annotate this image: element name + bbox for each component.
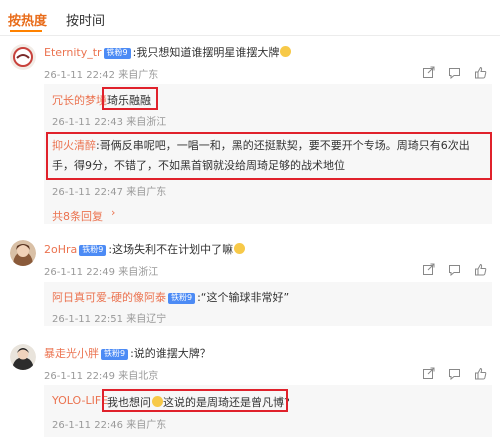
comment-icon[interactable] bbox=[448, 263, 461, 276]
reply-line: YOLO-LIFE bbox=[52, 394, 108, 407]
comment-text: :我只想知道谁摆明星谁摆大牌 bbox=[132, 46, 280, 59]
reply-meta: 26-1-11 22:43 来自浙江 bbox=[52, 117, 167, 128]
comment-line: 2oHra 铁粉9:这场失利不在计划中了嘛 bbox=[44, 241, 246, 257]
comment-icon[interactable] bbox=[448, 66, 461, 79]
avatar-image bbox=[10, 240, 36, 266]
comment-icon[interactable] bbox=[448, 367, 461, 380]
highlight-box bbox=[102, 389, 288, 412]
share-icon[interactable] bbox=[422, 367, 435, 380]
fan-badge: 铁粉9 bbox=[103, 48, 131, 59]
avatar-image bbox=[10, 344, 36, 370]
like-icon[interactable] bbox=[474, 263, 487, 276]
reply-username[interactable]: YOLO-LIFE bbox=[52, 394, 108, 407]
like-icon[interactable] bbox=[474, 66, 487, 79]
fan-badge: 铁粉9 bbox=[79, 245, 107, 256]
fan-badge: 铁粉9 bbox=[101, 349, 129, 360]
tab-by-time[interactable]: 按时间 bbox=[66, 10, 105, 29]
comment-actions bbox=[422, 367, 494, 381]
comment-actions bbox=[422, 66, 494, 80]
reply-line: 冗长的梦境 bbox=[52, 92, 107, 108]
reply-username[interactable]: 阿日真可爱-硬的像阿泰 bbox=[52, 291, 166, 304]
reply-line: 阿日真可爱-硬的像阿泰 铁粉9:“这个输球非常好” bbox=[52, 289, 289, 305]
tab-by-hot[interactable]: 按热度 bbox=[8, 10, 47, 29]
comment-meta: 26-1-11 22:42 来自广东 bbox=[44, 70, 159, 81]
comment-actions bbox=[422, 263, 494, 277]
share-icon[interactable] bbox=[422, 66, 435, 79]
share-icon[interactable] bbox=[422, 263, 435, 276]
avatar[interactable] bbox=[10, 240, 36, 266]
avatar-image bbox=[10, 44, 36, 70]
comment-meta: 26-1-11 22:49 来自北京 bbox=[44, 371, 159, 382]
highlight-box bbox=[46, 132, 492, 180]
avatar[interactable] bbox=[10, 44, 36, 70]
comment-meta: 26-1-11 22:49 来自浙江 bbox=[44, 267, 159, 278]
divider bbox=[0, 35, 500, 36]
emoji-icon bbox=[234, 243, 246, 254]
comment-username[interactable]: 暴走光小胖 bbox=[44, 347, 99, 360]
comment-username[interactable]: Eternity_tr bbox=[44, 46, 102, 59]
reply-meta: 26-1-11 22:51 来自辽宁 bbox=[52, 314, 167, 325]
sort-tabs: 按热度 按时间 bbox=[0, 0, 500, 36]
reply-meta: 26-1-11 22:47 来自广东 bbox=[52, 187, 167, 198]
chevron-right-icon[interactable]: › bbox=[111, 206, 115, 219]
highlight-box bbox=[102, 87, 158, 110]
reply-meta: 26-1-11 22:46 来自广东 bbox=[52, 420, 167, 431]
reply-text: :“这个输球非常好” bbox=[197, 291, 290, 304]
active-tab-indicator bbox=[10, 30, 42, 32]
comment-text: :这场失利不在计划中了嘛 bbox=[108, 243, 234, 256]
avatar[interactable] bbox=[10, 344, 36, 370]
like-icon[interactable] bbox=[474, 367, 487, 380]
comment-text: :说的谁摆大牌？ bbox=[130, 347, 211, 360]
comment-username[interactable]: 2oHra bbox=[44, 243, 77, 256]
more-replies-link[interactable]: 共8条回复 bbox=[52, 208, 103, 224]
reply-username[interactable]: 冗长的梦境 bbox=[52, 94, 107, 107]
emoji-icon bbox=[280, 46, 292, 57]
fan-badge: 铁粉9 bbox=[167, 293, 196, 304]
comment-line: Eternity_tr 铁粉9:我只想知道谁摆明星谁摆大牌 bbox=[44, 44, 292, 60]
comment-line: 暴走光小胖 铁粉9:说的谁摆大牌？ bbox=[44, 345, 211, 361]
